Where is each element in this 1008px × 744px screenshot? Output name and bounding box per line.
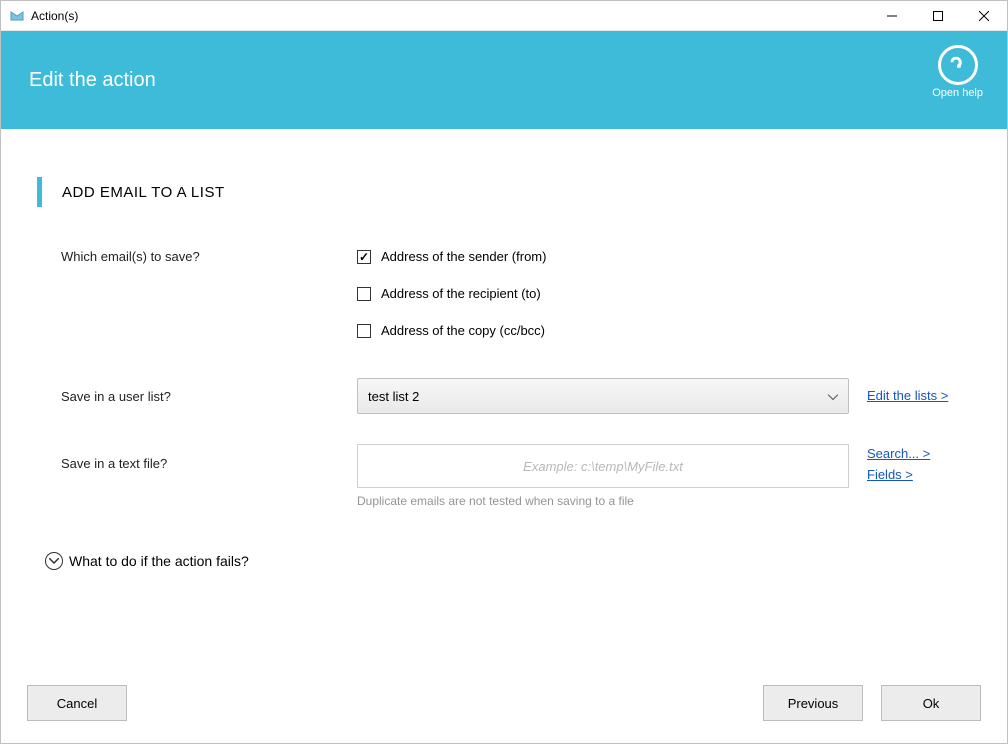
open-help-button[interactable]: Open help <box>932 45 983 99</box>
chevron-down-icon <box>828 389 838 404</box>
previous-button[interactable]: Previous <box>763 685 863 721</box>
app-icon <box>9 8 25 24</box>
accent-bar <box>37 177 42 207</box>
page-header: Edit the action Open help <box>1 31 1007 129</box>
dialog-footer: Cancel Previous Ok <box>1 685 1007 743</box>
help-icon <box>938 45 978 85</box>
close-button[interactable] <box>961 1 1007 31</box>
sender-checkbox-label: Address of the sender (from) <box>381 249 546 264</box>
which-emails-label: Which email(s) to save? <box>61 249 357 264</box>
fields-link[interactable]: Fields > <box>867 465 930 486</box>
text-file-hint: Duplicate emails are not tested when sav… <box>357 494 849 508</box>
copy-checkbox-label: Address of the copy (cc/bcc) <box>381 323 545 338</box>
recipient-checkbox-label: Address of the recipient (to) <box>381 286 541 301</box>
search-link[interactable]: Search... > <box>867 444 930 465</box>
page-title: Edit the action <box>29 69 156 92</box>
section-header: ADD EMAIL TO A LIST <box>37 177 971 207</box>
user-list-value: test list 2 <box>368 389 419 404</box>
checkbox-icon <box>357 250 371 264</box>
sender-checkbox[interactable]: Address of the sender (from) <box>357 249 849 264</box>
failure-expander-label: What to do if the action fails? <box>69 553 249 569</box>
failure-expander[interactable]: What to do if the action fails? <box>45 552 971 570</box>
cancel-button[interactable]: Cancel <box>27 685 127 721</box>
edit-lists-link[interactable]: Edit the lists > <box>867 386 948 407</box>
checkbox-icon <box>357 287 371 301</box>
copy-checkbox[interactable]: Address of the copy (cc/bcc) <box>357 323 849 338</box>
recipient-checkbox[interactable]: Address of the recipient (to) <box>357 286 849 301</box>
titlebar: Action(s) <box>1 1 1007 31</box>
ok-button[interactable]: Ok <box>881 685 981 721</box>
checkbox-icon <box>357 324 371 338</box>
section-title: ADD EMAIL TO A LIST <box>62 184 225 201</box>
content-area: ADD EMAIL TO A LIST Which email(s) to sa… <box>1 129 1007 685</box>
text-file-label: Save in a text file? <box>61 444 357 471</box>
window-title: Action(s) <box>31 9 78 23</box>
help-label: Open help <box>932 87 983 99</box>
minimize-button[interactable] <box>869 1 915 31</box>
user-list-select[interactable]: test list 2 <box>357 378 849 414</box>
user-list-label: Save in a user list? <box>61 389 357 404</box>
maximize-button[interactable] <box>915 1 961 31</box>
text-file-input[interactable] <box>357 444 849 488</box>
chevron-down-icon <box>45 552 63 570</box>
